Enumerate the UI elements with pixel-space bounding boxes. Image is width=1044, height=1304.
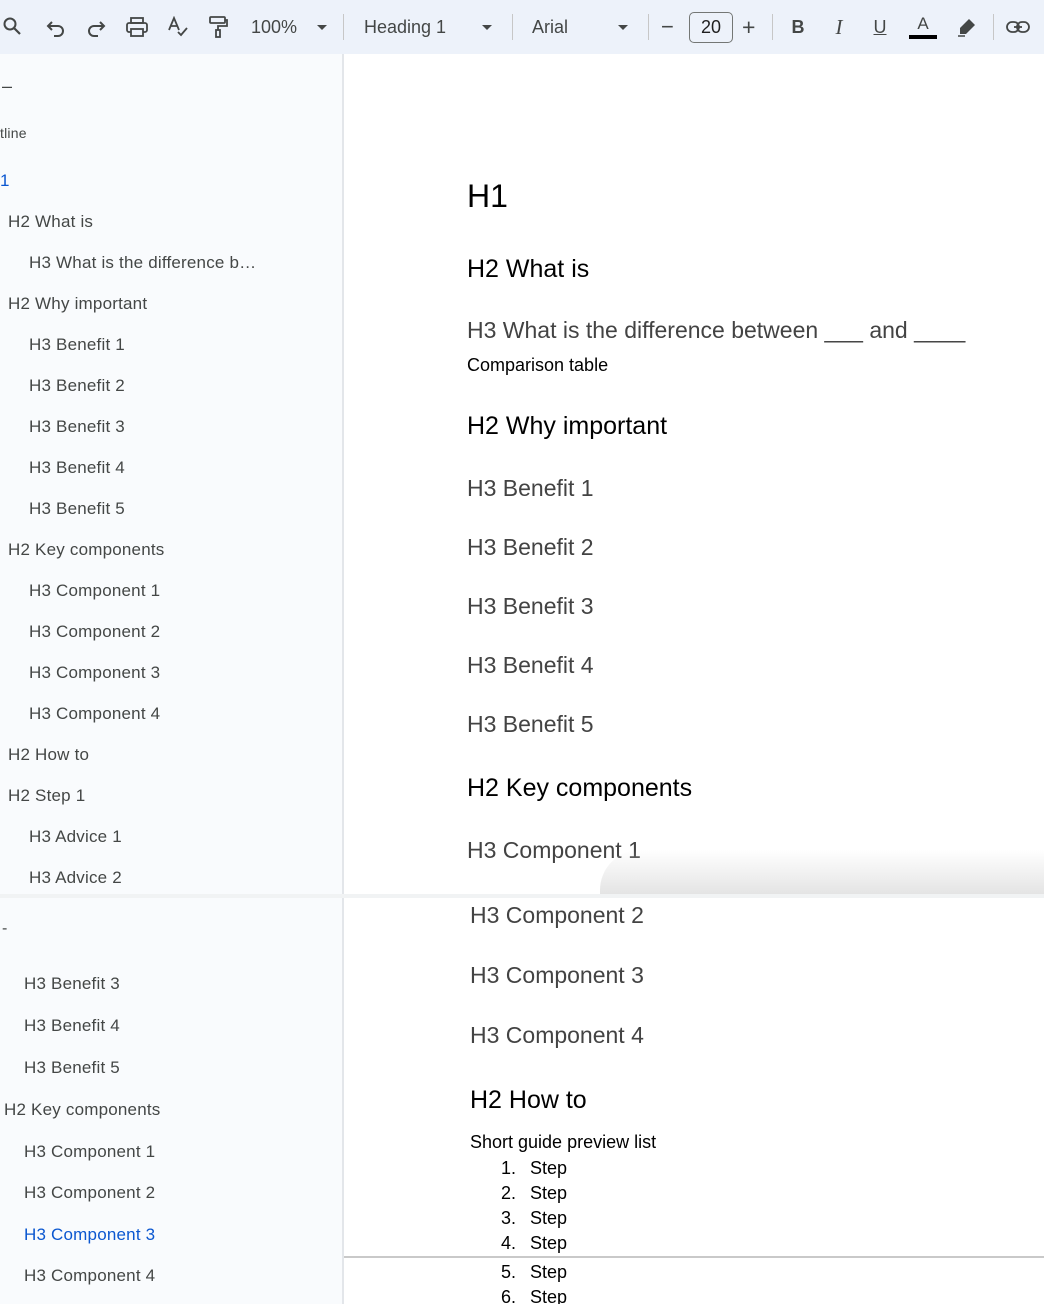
outline-item[interactable]: H3 What is the difference b… (29, 253, 256, 273)
outline-item[interactable]: H3 Benefit 5 (24, 1058, 120, 1078)
heading-3[interactable]: H3 Benefit 2 (467, 534, 594, 561)
outline-item[interactable]: H3 Benefit 5 (29, 499, 125, 519)
document-page[interactable]: H1 H2 What is H3 What is the difference … (344, 54, 1044, 894)
paint-format-icon[interactable] (204, 0, 232, 54)
list-item[interactable]: 6. Step (484, 1287, 567, 1304)
divider (648, 14, 649, 40)
divider (512, 14, 513, 40)
heading-3[interactable]: H3 Component 4 (470, 1022, 644, 1049)
heading-2[interactable]: H2 Why important (467, 412, 667, 441)
outline-item[interactable]: H3 Advice 1 (29, 827, 122, 847)
heading-2[interactable]: H2 Key components (467, 774, 692, 803)
outline-item[interactable]: H3 Component 4 (29, 704, 160, 724)
highlight-icon[interactable] (953, 0, 981, 54)
outline-item[interactable]: H2 What is (8, 212, 93, 232)
heading-3[interactable]: H3 What is the difference between ___ an… (467, 317, 965, 344)
style-select[interactable]: Heading 1 (364, 0, 446, 54)
zoom-value[interactable]: 100% (251, 0, 297, 54)
scroll-shadow (600, 850, 1044, 894)
font-dropdown-icon[interactable] (618, 25, 628, 30)
outline-collapse-button[interactable]: – (2, 76, 12, 97)
divider (343, 14, 344, 40)
outline-item[interactable]: H3 Benefit 1 (29, 335, 125, 355)
list-item[interactable]: 1. Step (484, 1158, 567, 1179)
outline-item[interactable]: H3 Component 2 (24, 1183, 155, 1203)
outline-item[interactable]: H3 Component 2 (29, 622, 160, 642)
outline-item[interactable]: H2 Key components (8, 540, 164, 560)
list-item[interactable]: 4. Step (484, 1233, 567, 1254)
redo-icon[interactable] (82, 0, 110, 54)
paragraph[interactable]: Comparison table (467, 355, 608, 376)
next-page[interactable]: 5. Step 6. Step (344, 1256, 1044, 1304)
increase-font-size-button[interactable]: + (742, 0, 755, 54)
heading-1[interactable]: H1 (467, 178, 508, 215)
outline-item[interactable]: H3 Benefit 4 (24, 1016, 120, 1036)
heading-2[interactable]: H2 How to (470, 1086, 587, 1115)
outline-item[interactable]: 1 (0, 171, 10, 191)
undo-icon[interactable] (42, 0, 70, 54)
text-color-swatch (909, 35, 937, 39)
heading-3[interactable]: H3 Benefit 4 (467, 652, 594, 679)
list-item[interactable]: 2. Step (484, 1183, 567, 1204)
outline-item[interactable]: H3 Advice 2 (29, 868, 122, 888)
link-icon[interactable] (1003, 0, 1033, 54)
decrease-font-size-button[interactable]: − (661, 0, 674, 54)
list-item[interactable]: 5. Step (484, 1262, 567, 1283)
toolbar: 100% Heading 1 Arial − 20 + B I U A (0, 0, 1044, 54)
outline-header: tline (0, 125, 27, 141)
font-size-input[interactable]: 20 (689, 12, 733, 43)
underline-button[interactable]: U (868, 0, 892, 54)
heading-3[interactable]: H3 Component 3 (470, 962, 644, 989)
heading-3[interactable]: H3 Component 2 (470, 902, 644, 929)
outline-item[interactable]: H2 Key components (4, 1100, 160, 1120)
outline-item[interactable]: H2 Why important (8, 294, 147, 314)
outline-item[interactable]: H3 Component 1 (24, 1142, 155, 1162)
font-select[interactable]: Arial (532, 0, 568, 54)
list-item[interactable]: 3. Step (484, 1208, 567, 1229)
document-page[interactable]: H3 Component 2 H3 Component 3 H3 Compone… (344, 898, 1044, 1258)
heading-3[interactable]: H3 Benefit 5 (467, 711, 594, 738)
divider (993, 14, 994, 40)
search-icon[interactable] (0, 0, 26, 54)
heading-2[interactable]: H2 What is (467, 255, 589, 284)
heading-3[interactable]: H3 Benefit 3 (467, 593, 594, 620)
italic-button[interactable]: I (828, 0, 850, 54)
text-color-label: A (917, 14, 929, 33)
outline-item[interactable]: H2 How to (8, 745, 89, 765)
outline-item[interactable]: H3 Component 1 (29, 581, 160, 601)
outline-item[interactable]: H3 Benefit 3 (29, 417, 125, 437)
outline-item[interactable]: H3 Benefit 4 (29, 458, 125, 478)
document-outline-panel: - H3 Benefit 3 H3 Benefit 4 H3 Benefit 5… (0, 898, 343, 1304)
outline-item[interactable]: H3 Component 4 (24, 1266, 155, 1286)
outline-item[interactable]: H3 Benefit 3 (24, 974, 120, 994)
outline-item[interactable]: H3 Component 3 (29, 663, 160, 683)
document-outline-panel: – tline 1 H2 What is H3 What is the diff… (0, 54, 343, 894)
heading-3[interactable]: H3 Benefit 1 (467, 475, 594, 502)
outline-item[interactable]: H3 Benefit 2 (29, 376, 125, 396)
zoom-dropdown-icon[interactable] (317, 25, 327, 30)
print-icon[interactable] (122, 0, 152, 54)
outline-item-active[interactable]: H3 Component 3 (24, 1225, 155, 1245)
spellcheck-icon[interactable] (164, 0, 192, 54)
bold-button[interactable]: B (786, 0, 810, 54)
style-dropdown-icon[interactable] (482, 25, 492, 30)
outline-collapse-button[interactable]: - (2, 920, 8, 938)
paragraph[interactable]: Short guide preview list (470, 1132, 656, 1153)
outline-item[interactable]: H2 Step 1 (8, 786, 85, 806)
divider (772, 14, 773, 40)
text-color-button[interactable]: A (907, 0, 939, 54)
